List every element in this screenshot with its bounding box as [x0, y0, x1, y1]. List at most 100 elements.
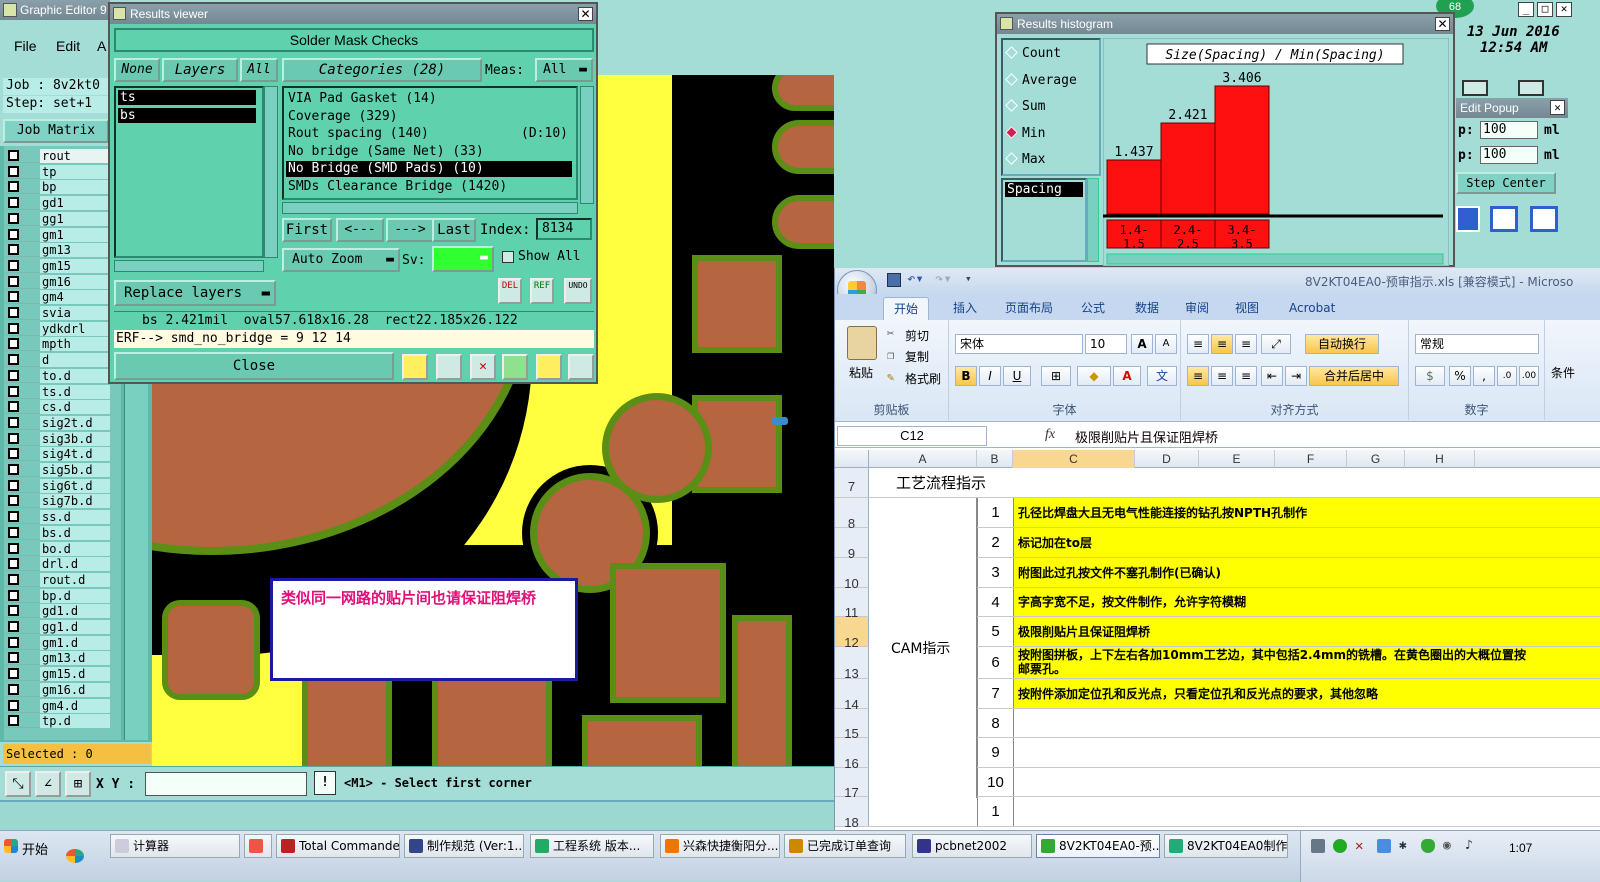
layer-row-sig3b-d[interactable]: sig3b.d — [6, 431, 111, 446]
taskbar-item[interactable] — [244, 834, 272, 858]
categories-button[interactable]: Categories (28) — [282, 58, 482, 82]
none-button[interactable]: None — [114, 58, 160, 82]
instruction-cell[interactable]: 孔径比焊盘大且无电气性能连接的钻孔按NPTH孔制作 — [1013, 498, 1600, 527]
toolbar-icon[interactable] — [502, 354, 528, 380]
taskbar-item[interactable]: 兴森快捷衡阳分... — [660, 834, 780, 858]
layer-row-gm4-d[interactable]: gm4.d — [6, 698, 111, 713]
column-header[interactable]: E — [1199, 450, 1275, 468]
layer-checkbox[interactable] — [8, 165, 19, 177]
align-middle-icon[interactable]: ≡ — [1211, 334, 1233, 354]
tray-icon[interactable]: ✕ — [1355, 839, 1369, 853]
number-format-select[interactable]: 常规 — [1415, 334, 1539, 354]
empty-cell[interactable] — [1013, 797, 1600, 826]
ribbon-tab[interactable]: 视图 — [1225, 297, 1269, 320]
bold-button[interactable]: B — [955, 366, 977, 386]
grid-icon[interactable] — [1530, 206, 1558, 232]
quick-launch-icon[interactable] — [66, 849, 84, 863]
layer-row-gm4[interactable]: gm4 — [6, 290, 111, 305]
layer-row-gd1-d[interactable]: gd1.d — [6, 604, 111, 619]
column-header[interactable]: A — [869, 450, 977, 468]
font-name-select[interactable]: 宋体 — [955, 334, 1083, 354]
layer-row-ydkdrl[interactable]: ydkdrl — [6, 321, 111, 336]
item-number-cell[interactable]: 9 — [977, 738, 1013, 767]
histogram-icon[interactable] — [568, 354, 594, 380]
layer-row-svia[interactable]: svia — [6, 306, 111, 320]
row-header[interactable]: 10 — [835, 558, 869, 591]
alert-icon[interactable]: ! — [314, 771, 336, 795]
column-header[interactable]: D — [1135, 450, 1199, 468]
layer-checkbox[interactable] — [8, 181, 19, 193]
histogram-bar[interactable] — [1106, 159, 1162, 215]
layer-row-sig4t-d[interactable]: sig4t.d — [6, 447, 111, 462]
stat-option-average[interactable]: Average — [1005, 73, 1077, 88]
percent-button[interactable]: % — [1449, 366, 1471, 386]
item-number-cell[interactable]: 10 — [977, 768, 1013, 796]
instruction-cell[interactable]: 字高字宽不足，按文件制作，允许字符模糊 — [1013, 588, 1600, 616]
menu-more[interactable]: A — [97, 38, 106, 54]
layer-row-ss-d[interactable]: ss.d — [6, 510, 111, 525]
ribbon-tab[interactable]: 插入 — [943, 297, 987, 320]
item-number-cell[interactable]: 4 — [977, 588, 1013, 616]
category-item[interactable]: VIA Pad Gasket (14) — [286, 91, 572, 107]
layer-checkbox[interactable] — [8, 605, 19, 617]
layer-checkbox[interactable] — [8, 683, 19, 695]
layer-row-tp-d[interactable]: tp.d — [6, 714, 111, 729]
layer-checkbox[interactable] — [8, 197, 19, 209]
align-center-icon[interactable]: ≡ — [1211, 366, 1233, 386]
layer-row-gm13[interactable]: gm13 — [6, 243, 111, 258]
item-number-cell[interactable]: 1 — [977, 498, 1013, 527]
category-vscroll[interactable] — [580, 86, 594, 204]
spacing-item[interactable]: Spacing — [1005, 182, 1083, 197]
layer-row-gg1-d[interactable]: gg1.d — [6, 620, 111, 634]
taskbar-item[interactable]: 工程系统 版本... — [530, 834, 654, 858]
histogram-hscroll[interactable] — [1106, 253, 1444, 265]
taskbar-item[interactable]: 8V2KT04EA0-预... — [1036, 834, 1160, 858]
increase-decimal-icon[interactable]: .0 — [1497, 366, 1517, 386]
category-item[interactable]: No bridge (Same Net) (33) — [286, 144, 572, 160]
layer-row-sig2t-d[interactable]: sig2t.d — [6, 415, 111, 430]
tray-icon[interactable] — [1377, 839, 1391, 853]
layer-checkbox[interactable] — [8, 354, 19, 366]
layer-row-gm1-d[interactable]: gm1.d — [6, 635, 111, 650]
row-header[interactable]: 11 — [835, 588, 869, 620]
job-matrix-button[interactable]: Job Matrix — [3, 119, 109, 143]
layer-row-rout-d[interactable]: rout.d — [6, 572, 111, 587]
prev-button[interactable]: <--- — [336, 218, 384, 242]
stat-option-count[interactable]: Count — [1005, 46, 1061, 61]
item-number-cell[interactable]: 8 — [977, 709, 1013, 737]
layer-row-gm15[interactable]: gm15 — [6, 258, 111, 273]
sheet-grid[interactable]: 7 工艺流程指示 CAM指示 8 1 孔径比焊盘大且无电气性能连接的钻孔按NPTH孔制作 9… — [835, 468, 1600, 830]
row-header[interactable]: 14 — [835, 679, 869, 712]
column-header[interactable]: H — [1405, 450, 1475, 468]
grid-icon[interactable] — [1490, 206, 1518, 232]
paste-icon[interactable] — [847, 326, 877, 360]
align-bottom-icon[interactable]: ≡ — [1235, 334, 1257, 354]
layer-checkbox[interactable] — [8, 432, 19, 444]
layer-checkbox[interactable] — [8, 636, 19, 648]
styles-label[interactable]: 条件 — [1551, 364, 1575, 381]
layer-row-bs-d[interactable]: bs.d — [6, 525, 111, 540]
layer-checkbox[interactable] — [8, 495, 19, 507]
undo-icon[interactable]: UNDO — [564, 278, 592, 304]
item-number-cell[interactable]: 1 — [977, 797, 1013, 826]
menu-file[interactable]: File — [14, 38, 37, 54]
edit-popup-close[interactable]: ✕ — [1550, 100, 1565, 115]
layer-checkbox[interactable] — [8, 244, 19, 256]
grid-tool-icon[interactable]: ⊞ — [65, 771, 91, 797]
instruction-cell[interactable]: 按附件添加定位孔和反光点，只看定位孔和反光点的要求，其他忽略 — [1013, 679, 1600, 708]
category-hscroll[interactable] — [282, 202, 578, 214]
row-header[interactable]: 12 — [835, 617, 869, 650]
spacing-list-scroll[interactable] — [1087, 178, 1099, 262]
toolbar-icon[interactable]: ✕ — [470, 354, 496, 380]
layer-list-hscroll[interactable] — [114, 260, 264, 272]
orientation-icon[interactable]: ⤢ — [1261, 334, 1291, 354]
layer-row-to-d[interactable]: to.d — [6, 368, 111, 383]
meas-dropdown[interactable]: All ▬ — [535, 58, 593, 82]
indent-increase-icon[interactable]: ⇥ — [1285, 366, 1307, 386]
shrink-font-button[interactable]: A — [1155, 334, 1177, 354]
next-button[interactable]: ---> — [386, 218, 434, 242]
show-all-checkbox[interactable] — [502, 251, 514, 263]
category-item[interactable]: SMDs Clearance Bridge (1420) — [286, 179, 572, 195]
ribbon-tab[interactable]: 公式 — [1071, 297, 1115, 320]
spacing-field[interactable]: 100 — [1480, 146, 1538, 164]
